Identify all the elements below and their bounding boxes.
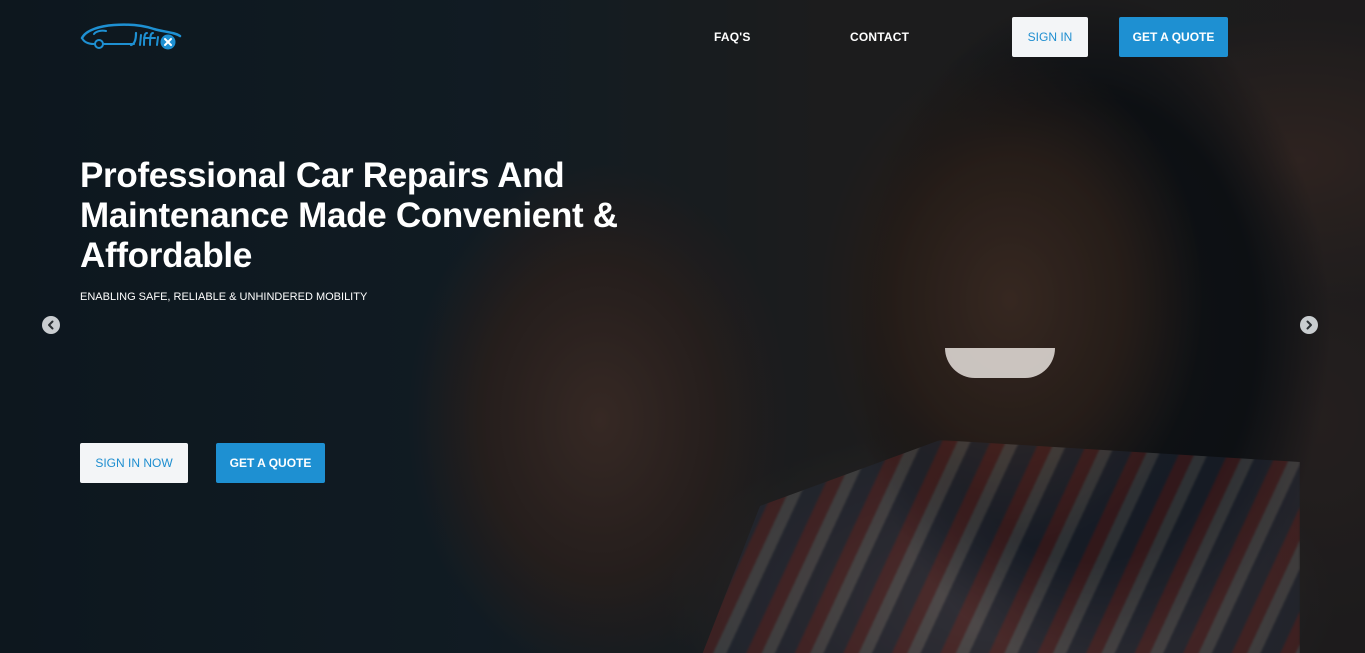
header-sign-in-button[interactable]: SIGN IN xyxy=(1012,17,1088,57)
carousel-prev-button[interactable] xyxy=(42,316,60,334)
hero-background-smile xyxy=(945,348,1055,378)
car-logo-icon xyxy=(80,23,182,50)
chevron-right-icon xyxy=(1306,320,1312,330)
carousel-next-button[interactable] xyxy=(1300,316,1318,334)
header-get-quote-button[interactable]: GET A QUOTE xyxy=(1119,17,1228,57)
chevron-left-icon xyxy=(48,320,54,330)
nav-contact[interactable]: CONTACT xyxy=(850,30,909,44)
hero-tagline: ENABLING SAFE, RELIABLE & UNHINDERED MOB… xyxy=(80,291,368,303)
sign-in-now-button[interactable]: SIGN IN NOW xyxy=(80,443,188,483)
hero-section: FAQ'S CONTACT SIGN IN GET A QUOTE Profes… xyxy=(0,0,1365,653)
hero-headline: Professional Car Repairs And Maintenance… xyxy=(80,156,618,275)
nav-faqs[interactable]: FAQ'S xyxy=(714,30,751,44)
jiffix-logo[interactable] xyxy=(80,20,184,52)
hero-get-quote-button[interactable]: GET A QUOTE xyxy=(216,443,325,483)
